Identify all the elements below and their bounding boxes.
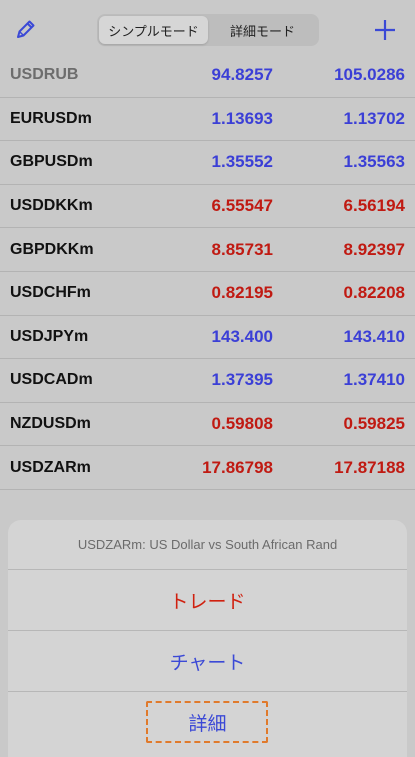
quote-symbol: USDCADm	[10, 371, 93, 389]
quote-symbol: GBPDKKm	[10, 240, 94, 258]
quote-ask: 1.37410	[343, 370, 405, 390]
quote-bid: 94.8257	[211, 65, 273, 85]
quote-bid: 6.55547	[211, 196, 273, 216]
toolbar: シンプルモード 詳細モード	[0, 0, 415, 56]
detail-button-label: 詳細	[188, 714, 227, 735]
quote-ask: 0.59825	[343, 414, 405, 434]
quote-row[interactable]: USDCADm 1.37395 1.37410	[0, 359, 415, 403]
quote-ask: 1.13702	[343, 108, 405, 128]
trade-button[interactable]: トレード	[8, 570, 407, 631]
quote-ask: 1.35563	[343, 152, 405, 172]
quote-bid: 143.400	[211, 326, 273, 346]
quote-list: USDRUB 94.8257 105.0286 EURUSDm 1.13693 1.137…	[0, 54, 415, 490]
quote-row[interactable]: NZDUSDm 0.59808 0.59825	[0, 403, 415, 447]
quote-bid: 17.86798	[202, 457, 273, 477]
quote-bid: 1.35552	[211, 152, 273, 172]
quote-row[interactable]: GBPUSDm 1.35552 1.35563	[0, 141, 415, 185]
quote-row[interactable]: EURUSDm 1.13693 1.13702	[0, 98, 415, 142]
quote-symbol: USDJPYm	[10, 327, 89, 345]
quote-bid: 1.13693	[211, 108, 273, 128]
pencil-icon[interactable]	[14, 17, 38, 41]
quote-symbol: USDCHFm	[10, 284, 91, 302]
quote-row[interactable]: USDCHFm 0.82195 0.82208	[0, 272, 415, 316]
quote-symbol: USDDKKm	[10, 197, 93, 215]
quote-ask: 8.92397	[343, 239, 405, 259]
quote-row[interactable]: USDZARm 17.86798 17.87188	[0, 446, 415, 490]
quote-row[interactable]: USDDKKm 6.55547 6.56194	[0, 185, 415, 229]
plus-icon[interactable]	[374, 19, 396, 41]
segment-simple-mode[interactable]: シンプルモード	[99, 16, 208, 44]
quote-symbol: USDRUB	[10, 66, 79, 84]
action-sheet: USDZARm: US Dollar vs South African Rand…	[8, 520, 407, 757]
quote-symbol: EURUSDm	[10, 109, 92, 127]
quote-ask: 17.87188	[334, 457, 405, 477]
quote-symbol: USDZARm	[10, 458, 91, 476]
quote-row[interactable]: USDJPYm 143.400 143.410	[0, 316, 415, 360]
quote-symbol: GBPUSDm	[10, 153, 93, 171]
segment-detail-mode[interactable]: 詳細モード	[208, 16, 317, 44]
quote-bid: 0.59808	[211, 414, 273, 434]
chart-button[interactable]: チャート	[8, 631, 407, 692]
quote-row[interactable]: USDRUB 94.8257 105.0286	[0, 54, 415, 98]
quote-ask: 6.56194	[343, 196, 405, 216]
quote-symbol: NZDUSDm	[10, 415, 91, 433]
quote-bid: 1.37395	[211, 370, 273, 390]
detail-button[interactable]: 詳細	[8, 692, 407, 753]
action-sheet-title: USDZARm: US Dollar vs South African Rand	[8, 520, 407, 570]
mode-segmented-control: シンプルモード 詳細モード	[97, 14, 319, 46]
quote-ask: 105.0286	[334, 65, 405, 85]
quote-row[interactable]: GBPDKKm 8.85731 8.92397	[0, 228, 415, 272]
quote-bid: 0.82195	[211, 283, 273, 303]
quote-ask: 0.82208	[343, 283, 405, 303]
quote-ask: 143.410	[343, 326, 405, 346]
quote-bid: 8.85731	[211, 239, 273, 259]
